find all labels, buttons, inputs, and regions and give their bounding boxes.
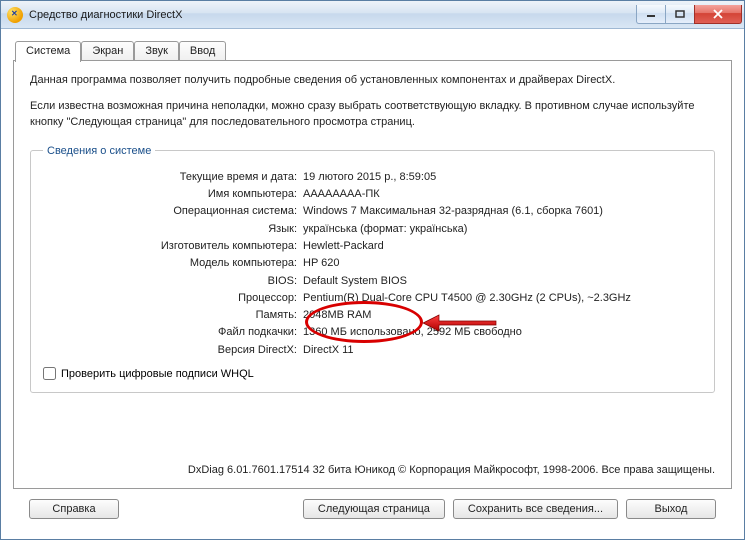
- value-computer-name: АААААААА-ПК: [303, 187, 380, 201]
- label-memory: Память:: [43, 308, 303, 322]
- value-memory: 2048MB RAM: [303, 308, 371, 322]
- label-os: Операционная система:: [43, 204, 303, 218]
- dxdiag-icon: [7, 7, 23, 23]
- window-title: Средство диагностики DirectX: [29, 9, 182, 21]
- minimize-button[interactable]: [636, 5, 666, 24]
- maximize-button[interactable]: [665, 5, 695, 24]
- label-pagefile: Файл подкачки:: [43, 325, 303, 339]
- value-bios: Default System BIOS: [303, 274, 407, 288]
- intro-text: Данная программа позволяет получить подр…: [30, 73, 715, 141]
- tab-sound[interactable]: Звук: [134, 41, 179, 60]
- row-directx: Версия DirectX: DirectX 11: [43, 343, 702, 357]
- whql-checkbox-row[interactable]: Проверить цифровые подписи WHQL: [43, 367, 702, 380]
- value-directx: DirectX 11: [303, 343, 354, 357]
- label-model: Модель компьютера:: [43, 256, 303, 270]
- value-language: українська (формат: українська): [303, 222, 467, 236]
- close-button[interactable]: [694, 5, 742, 24]
- value-datetime: 19 лютого 2015 р., 8:59:05: [303, 170, 436, 184]
- value-os: Windows 7 Максимальная 32-разрядная (6.1…: [303, 204, 603, 218]
- content-area: Система Экран Звук Ввод Данная программа…: [1, 29, 744, 539]
- dxdiag-window: Средство диагностики DirectX Система Экр…: [0, 0, 745, 540]
- window-controls: [637, 5, 742, 24]
- row-os: Операционная система: Windows 7 Максимал…: [43, 204, 702, 218]
- intro-paragraph-2: Если известна возможная причина неполадк…: [30, 99, 715, 131]
- system-info-legend: Сведения о системе: [43, 145, 155, 157]
- tab-input[interactable]: Ввод: [179, 41, 226, 60]
- button-bar: Справка Следующая страница Сохранить все…: [13, 489, 732, 531]
- row-bios: BIOS: Default System BIOS: [43, 274, 702, 288]
- exit-button[interactable]: Выход: [626, 499, 716, 519]
- label-directx: Версия DirectX:: [43, 343, 303, 357]
- label-manufacturer: Изготовитель компьютера:: [43, 239, 303, 253]
- tab-strip: Система Экран Звук Ввод: [15, 41, 732, 60]
- titlebar[interactable]: Средство диагностики DirectX: [1, 1, 744, 29]
- row-manufacturer: Изготовитель компьютера: Hewlett-Packard: [43, 239, 702, 253]
- label-processor: Процессор:: [43, 291, 303, 305]
- whql-label: Проверить цифровые подписи WHQL: [61, 368, 254, 380]
- row-language: Язык: українська (формат: українська): [43, 222, 702, 236]
- tab-panel: Данная программа позволяет получить подр…: [13, 60, 732, 489]
- row-computer-name: Имя компьютера: АААААААА-ПК: [43, 187, 702, 201]
- label-datetime: Текущие время и дата:: [43, 170, 303, 184]
- row-model: Модель компьютера: HP 620: [43, 256, 702, 270]
- label-bios: BIOS:: [43, 274, 303, 288]
- row-pagefile: Файл подкачки: 1360 МБ использовано, 259…: [43, 325, 702, 339]
- value-model: HP 620: [303, 256, 340, 270]
- intro-paragraph-1: Данная программа позволяет получить подр…: [30, 73, 715, 89]
- system-info-group: Сведения о системе Текущие время и дата:…: [30, 145, 715, 393]
- footer-copyright: DxDiag 6.01.7601.17514 32 бита Юникод © …: [30, 458, 715, 476]
- label-language: Язык:: [43, 222, 303, 236]
- whql-checkbox[interactable]: [43, 367, 56, 380]
- label-computer-name: Имя компьютера:: [43, 187, 303, 201]
- row-memory: Память: 2048MB RAM: [43, 308, 702, 322]
- save-all-button[interactable]: Сохранить все сведения...: [453, 499, 618, 519]
- help-button[interactable]: Справка: [29, 499, 119, 519]
- row-datetime: Текущие время и дата: 19 лютого 2015 р.,…: [43, 170, 702, 184]
- value-manufacturer: Hewlett-Packard: [303, 239, 384, 253]
- tab-display[interactable]: Экран: [81, 41, 134, 60]
- tab-system[interactable]: Система: [15, 41, 81, 62]
- value-processor: Pentium(R) Dual-Core CPU T4500 @ 2.30GHz…: [303, 291, 631, 305]
- annotation-arrow-icon: [421, 309, 501, 339]
- next-page-button[interactable]: Следующая страница: [303, 499, 445, 519]
- row-processor: Процессор: Pentium(R) Dual-Core CPU T450…: [43, 291, 702, 305]
